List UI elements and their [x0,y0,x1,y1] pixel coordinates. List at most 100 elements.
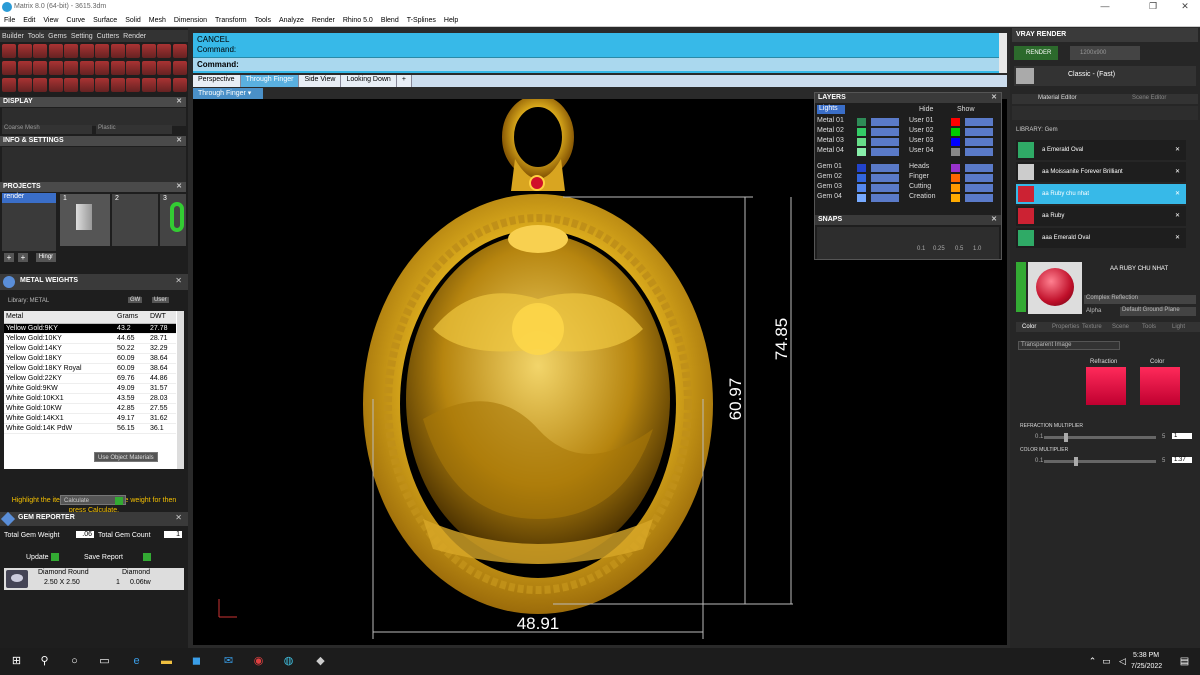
app-icon-2[interactable]: ◍ [280,653,297,670]
tool-icon[interactable] [157,78,171,92]
layer-color-swatch[interactable] [857,148,866,156]
rhino-icon[interactable]: ◆ [312,653,329,670]
menu-item[interactable]: File [0,17,19,24]
remove-icon[interactable]: ✕ [1175,228,1180,248]
menu-item[interactable]: Curve [62,17,89,24]
left-tab[interactable]: Setting [69,33,95,40]
layer-color-swatch[interactable] [951,138,960,146]
command-area[interactable]: CANCEL Command: Command: [193,33,1007,73]
layer-toggle[interactable] [965,184,993,192]
menu-item[interactable]: Solid [121,17,145,24]
layer-toggle[interactable] [965,164,993,172]
mail-icon[interactable]: ✉ [220,653,237,670]
layer-color-swatch[interactable] [857,174,866,182]
layer-color-swatch[interactable] [951,128,960,136]
property-tab[interactable]: Properties [1052,324,1079,330]
tool-icon[interactable] [141,61,156,75]
table-row[interactable]: White Gold:14KX1 49.17 31.62 [4,413,176,424]
table-row[interactable]: White Gold:10KW 42.85 27.55 [4,403,176,414]
library-item[interactable]: aa Ruby ✕ [1016,206,1186,226]
project-thumb-2[interactable]: 2 [112,194,158,246]
menu-item[interactable]: View [39,17,62,24]
layer-label[interactable]: Gem 02 [817,173,842,180]
layer-toggle[interactable] [965,148,993,156]
windows-start-icon[interactable]: ⊞ [8,653,25,670]
material-toolbar[interactable] [1012,106,1198,120]
layer-toggle[interactable] [965,194,993,202]
layer-label[interactable]: Finger [909,173,929,180]
layer-toggle[interactable] [871,148,899,156]
layer-color-swatch[interactable] [857,194,866,202]
layer-color-swatch[interactable] [951,164,960,172]
layer-label[interactable]: Gem 03 [817,183,842,190]
reflection-select[interactable]: Complex Reflection [1084,295,1196,304]
network-icon[interactable]: ▭ [1098,653,1115,670]
gem-report-row[interactable]: Diamond Round 2.50 X 2.50 Diamond 1 0.06… [4,568,184,590]
tool-icon[interactable] [172,61,187,75]
view-tab[interactable]: Perspective [193,75,241,87]
tool-icon[interactable] [79,61,94,75]
tool-icon[interactable] [2,61,16,75]
add-project-button[interactable]: + [4,253,14,262]
column-header[interactable]: Metal [4,311,116,324]
tool-icon[interactable] [17,44,32,58]
project-item[interactable]: render [2,193,56,203]
tool-icon[interactable] [126,78,140,92]
color-swatch[interactable] [1140,367,1180,405]
table-row[interactable]: Yellow Gold:22KY 69.76 44.86 [4,373,176,384]
menu-item[interactable]: Dimension [170,17,211,24]
table-row[interactable]: Yellow Gold:14KY 50.22 32.29 [4,343,176,354]
layer-label[interactable]: Gem 01 [817,163,842,170]
minimize-icon[interactable]: — [1090,1,1120,11]
remove-icon[interactable]: ✕ [1175,206,1180,226]
update-button[interactable]: Update [12,553,70,563]
layer-label[interactable]: User 03 [909,137,934,144]
left-tab[interactable]: Cutters [95,33,122,40]
search-icon[interactable]: ⚲ [36,653,53,670]
tool-icon[interactable] [172,78,187,92]
remove-icon[interactable]: ✕ [1175,184,1180,204]
tool-icon[interactable] [17,61,32,75]
tool-icon[interactable] [126,61,140,75]
view-tab[interactable]: Looking Down [341,75,397,87]
layer-color-swatch[interactable] [857,164,866,172]
menu-item[interactable]: Render [308,17,339,24]
layer-label[interactable]: Metal 03 [817,137,844,144]
menu-item[interactable]: T-Splines [403,17,440,24]
maximize-icon[interactable]: ❐ [1138,1,1168,12]
column-header[interactable]: DWT [148,311,176,324]
add-project-button-2[interactable]: + [18,253,28,262]
menu-item[interactable]: Blend [377,17,403,24]
library-item[interactable]: aa Moissanite Forever Brilliant ✕ [1016,162,1186,182]
tool-icon[interactable] [95,44,109,58]
tool-icon[interactable] [95,61,109,75]
layer-label[interactable]: Metal 02 [817,127,844,134]
property-tab[interactable]: Texture [1082,324,1102,330]
table-row[interactable]: Yellow Gold:10KY 44.65 28.71 [4,333,176,344]
save-report-button[interactable]: Save Report [80,553,162,563]
tool-icon[interactable] [157,61,171,75]
menu-item[interactable]: Tools [251,17,275,24]
layer-label[interactable]: Cutting [909,183,931,190]
color-value[interactable]: 1.37 [1172,457,1192,463]
tool-icon[interactable] [79,78,94,92]
lights-button[interactable]: Lights [817,105,845,114]
store-icon[interactable]: ◼ [188,653,205,670]
cortana-icon[interactable]: ○ [66,653,83,670]
layer-toggle[interactable] [965,138,993,146]
ground-select[interactable]: Default Ground Plane [1120,307,1196,316]
tool-icon[interactable] [126,44,140,58]
layer-color-swatch[interactable] [951,174,960,182]
left-tab[interactable]: Gems [46,33,69,40]
clock-time[interactable]: 5:38 PM [1133,652,1159,659]
layer-label[interactable]: Metal 04 [817,147,844,154]
gw-button[interactable]: GW [128,297,143,303]
snaps-toolbar[interactable]: 0.1 0.25 0.5 1.0 [817,227,999,259]
table-row[interactable]: White Gold:14K PdW 56.15 36.1 [4,423,176,434]
layer-toggle[interactable] [871,118,899,126]
table-row[interactable]: White Gold:10KX1 43.59 28.03 [4,393,176,404]
tool-icon[interactable] [172,44,187,58]
layer-toggle[interactable] [871,164,899,172]
tool-icon[interactable] [17,78,32,92]
volume-icon[interactable]: ◁ [1114,653,1131,670]
